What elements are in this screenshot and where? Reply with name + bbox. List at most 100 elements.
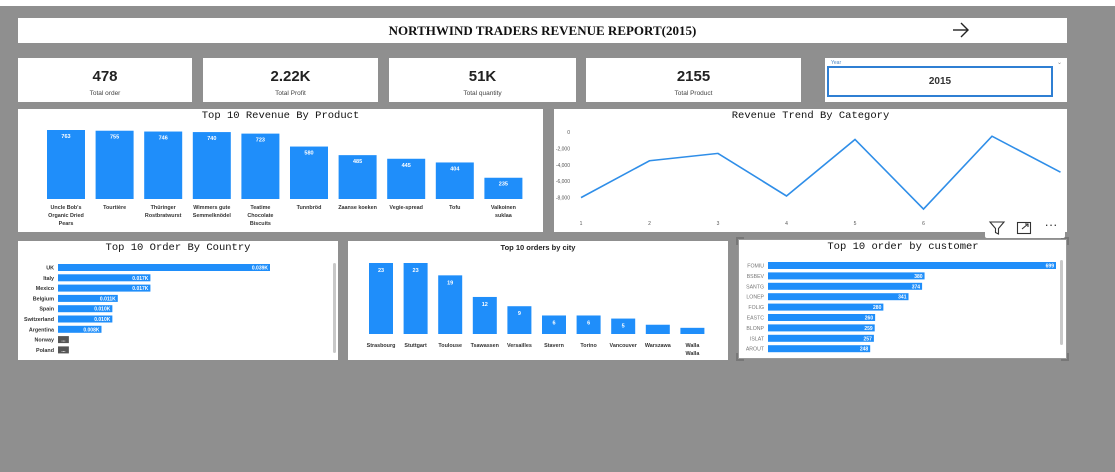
- data-label: 5: [622, 324, 625, 330]
- x-tick-label: 6: [922, 221, 925, 227]
- category-label: Thüringer: [151, 205, 177, 211]
- resize-handle[interactable]: [736, 353, 744, 361]
- category-label: Tofu: [449, 205, 460, 211]
- kpi-total-order: 478 Total order: [18, 58, 192, 102]
- category-label: Strasbourg: [367, 343, 396, 349]
- category-label: Torino: [580, 343, 597, 349]
- report-title: NORTHWIND TRADERS REVENUE REPORT(2015): [388, 23, 697, 38]
- category-label: Stavern: [544, 343, 564, 349]
- category-label: UK: [46, 266, 54, 272]
- category-label: suklaa: [495, 213, 513, 219]
- resize-handle[interactable]: [736, 237, 744, 245]
- data-label: 23: [413, 268, 419, 274]
- data-label: 0.039K: [252, 266, 269, 272]
- x-tick-label: 4: [785, 221, 788, 227]
- data-label: 0.017K: [132, 286, 149, 292]
- product-revenue-chart[interactable]: Top 10 Revenue By Product 763 Uncle Bob's…: [18, 109, 543, 232]
- resize-handle[interactable]: [1061, 353, 1069, 361]
- country-orders-chart[interactable]: Top 10 Order By Country UK 0.039K Italy 0.0…: [18, 241, 338, 360]
- slicer-dropdown[interactable]: 2015: [827, 66, 1053, 97]
- bar: [680, 327, 705, 334]
- category-label: Wimmers gute: [193, 205, 230, 211]
- kpi-value: 478: [92, 68, 118, 85]
- category-label: Zaanse koeken: [338, 205, 377, 211]
- category-label: Semmelknödel: [193, 213, 232, 219]
- x-tick-label: 1: [580, 221, 583, 227]
- category-label: Chocolate: [247, 213, 273, 219]
- bar: [58, 264, 270, 271]
- category-label: Switzerland: [24, 317, 54, 323]
- kpi-total-quantity: 51K Total quantity: [389, 58, 576, 102]
- data-label: 0.010K: [94, 307, 111, 313]
- data-label: 445: [402, 163, 411, 169]
- category-label: Warszawa: [645, 343, 672, 349]
- category-label: Mexico: [36, 286, 55, 292]
- slicer-value: 2015: [928, 76, 952, 87]
- data-label: 235: [499, 182, 508, 188]
- category-label: Argentina: [29, 327, 55, 333]
- category-label: Toulouse: [438, 343, 462, 349]
- trend-line-plot: 0 -2,000 -4,000 -6,000 -8,000 1 2 3 4 5 6: [556, 130, 1061, 227]
- filter-icon[interactable]: [988, 220, 1006, 236]
- focus-mode-icon[interactable]: [1015, 220, 1033, 236]
- category-label: Teatime: [250, 205, 270, 211]
- category-label: Vancouver: [610, 343, 638, 349]
- data-label: 0.011K: [100, 296, 116, 302]
- city-bar-plot: 23 Strasbourg 23 Stuttgart 19 Toulouse 12 Tsawa…: [367, 263, 705, 357]
- year-slicer[interactable]: Year ⌄ 2015: [825, 58, 1067, 102]
- category-label: Walla: [685, 351, 700, 357]
- category-label: Pears: [59, 221, 74, 227]
- category-label: Stuttgart: [404, 343, 427, 349]
- kpi-label: Total Product: [674, 90, 713, 97]
- category-label: Walla: [685, 343, 700, 349]
- y-tick-label: 0: [567, 130, 570, 136]
- report-header: NORTHWIND TRADERS REVENUE REPORT(2015): [18, 18, 1067, 43]
- kpi-label: Total quantity: [463, 90, 502, 97]
- arrow-right-icon[interactable]: [950, 20, 972, 40]
- category-label: Rostbratwurst: [145, 213, 182, 219]
- category-label: Organic Dried: [48, 213, 84, 219]
- data-label: 9: [518, 311, 521, 317]
- data-label: 0.010K: [94, 317, 111, 323]
- category-label: Tsawassen: [471, 343, 499, 349]
- visual-selection-border: [738, 239, 1067, 359]
- resize-handle[interactable]: [1061, 237, 1069, 245]
- x-tick-label: 3: [717, 221, 720, 227]
- bar: [645, 324, 670, 334]
- more-options-icon[interactable]: ···: [1042, 218, 1060, 234]
- data-label: 6: [587, 320, 590, 326]
- x-tick-label: 5: [854, 221, 857, 227]
- y-tick-label: -4,000: [556, 163, 570, 169]
- category-label: Uncle Bob's: [51, 205, 82, 211]
- data-label: 12: [482, 302, 488, 308]
- y-tick-label: -6,000: [556, 179, 570, 185]
- data-label: 746: [159, 136, 168, 142]
- data-label: 485: [353, 159, 362, 165]
- y-tick-label: -2,000: [556, 146, 570, 152]
- kpi-value: 2155: [676, 68, 711, 85]
- city-orders-chart[interactable]: Top 10 orders by city 23 Strasbourg 23 Stut…: [348, 241, 728, 360]
- data-label: 723: [256, 138, 265, 144]
- kpi-value: 51K: [468, 68, 497, 85]
- category-label: Italy: [43, 276, 54, 282]
- chevron-down-icon[interactable]: ⌄: [1057, 59, 1062, 66]
- data-label: 0.017K: [132, 276, 149, 282]
- product-bar-plot: 763 Uncle Bob's Organic Dried Pears 755 Tourt…: [47, 130, 523, 227]
- x-tick-label: 2: [648, 221, 651, 227]
- category-label: Tunnbröd: [297, 205, 322, 211]
- category-label: Valkoinen: [491, 205, 516, 211]
- data-label: 755: [110, 135, 119, 141]
- category-label: Norway: [35, 338, 54, 344]
- category-label: Biscuits: [250, 221, 271, 227]
- data-label: 0.008K: [83, 327, 100, 333]
- revenue-trend-chart[interactable]: Revenue Trend By Category 0 -2,000 -4,000-…: [554, 109, 1067, 232]
- bar: [95, 130, 134, 199]
- bar: [47, 130, 85, 199]
- bar: [192, 132, 231, 199]
- vertical-scrollbar[interactable]: [333, 263, 336, 353]
- data-label: 23: [378, 268, 384, 274]
- bar: [144, 131, 183, 199]
- country-bar-plot: UK 0.039K Italy 0.017K Mexico 0.017K Belgium 0.…: [24, 264, 270, 354]
- series-line: [580, 135, 1061, 211]
- kpi-total-product: 2155 Total Product: [586, 58, 801, 102]
